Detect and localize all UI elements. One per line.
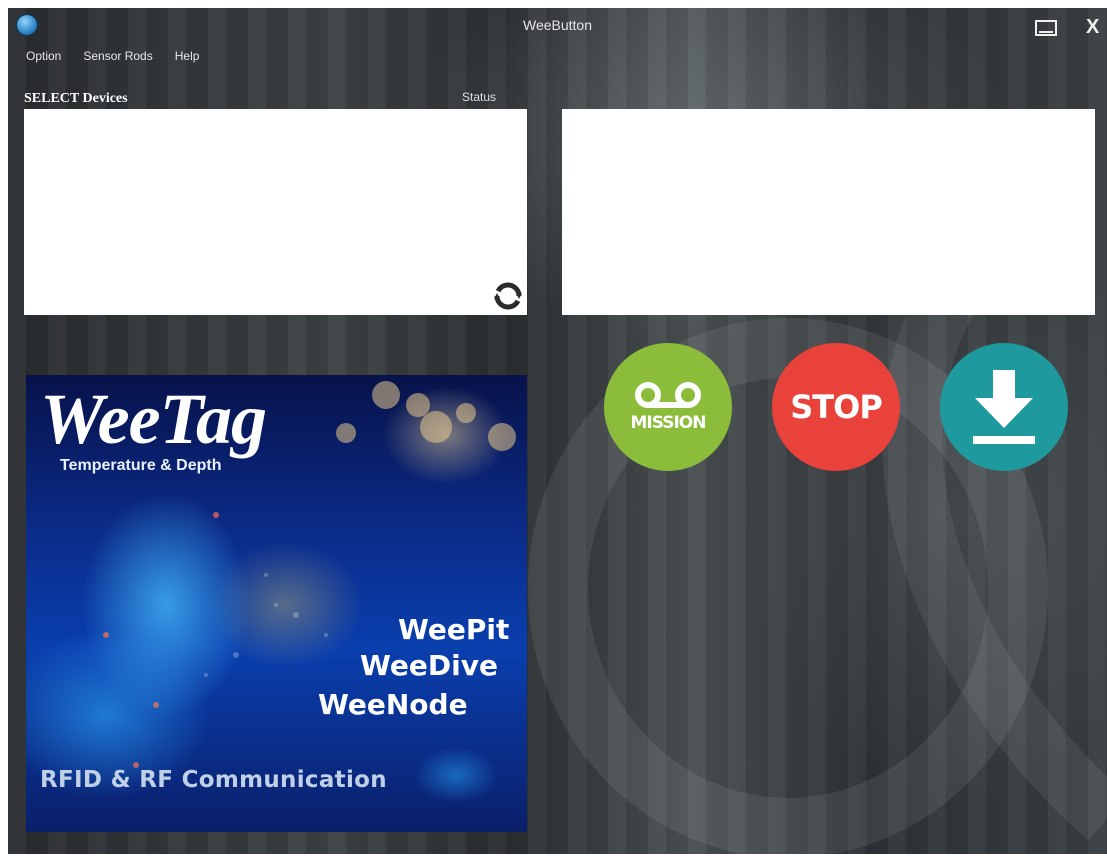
app-window: WeeButton X Option Sensor Rods Help SELE… bbox=[8, 8, 1107, 854]
refresh-icon[interactable] bbox=[492, 280, 524, 312]
download-icon bbox=[973, 370, 1035, 444]
download-button[interactable] bbox=[940, 343, 1068, 471]
select-devices-label: SELECT Devices bbox=[24, 91, 128, 106]
minimize-button[interactable] bbox=[1035, 20, 1057, 36]
mission-label: MISSION bbox=[630, 413, 707, 433]
status-panel bbox=[562, 109, 1095, 315]
device-list[interactable] bbox=[24, 109, 527, 315]
stop-button[interactable]: STOP bbox=[772, 343, 900, 471]
product-weedive: WeeDive bbox=[360, 649, 498, 682]
weetag-logo: WeeTag bbox=[40, 379, 267, 459]
status-label: Status bbox=[462, 90, 497, 104]
menu-item-sensor-rods[interactable]: Sensor Rods bbox=[83, 49, 152, 63]
product-weepit: WeePit bbox=[398, 613, 510, 646]
banner-subtitle: Temperature & Depth bbox=[60, 457, 222, 474]
menu-item-option[interactable]: Option bbox=[26, 49, 61, 63]
menu-item-help[interactable]: Help bbox=[175, 49, 200, 63]
window-title: WeeButton bbox=[522, 17, 592, 33]
stop-label: STOP bbox=[790, 388, 883, 426]
voicemail-icon bbox=[635, 382, 701, 408]
close-button[interactable]: X bbox=[1086, 16, 1099, 39]
mission-button[interactable]: MISSION bbox=[604, 343, 732, 471]
product-weenode: WeeNode bbox=[318, 688, 468, 721]
banner-footer: RFID & RF Communication bbox=[40, 767, 387, 793]
product-banner: WeeTag Temperature & Depth WeePit WeeDiv… bbox=[26, 375, 527, 832]
menu-bar: Option Sensor Rods Help bbox=[26, 49, 199, 63]
